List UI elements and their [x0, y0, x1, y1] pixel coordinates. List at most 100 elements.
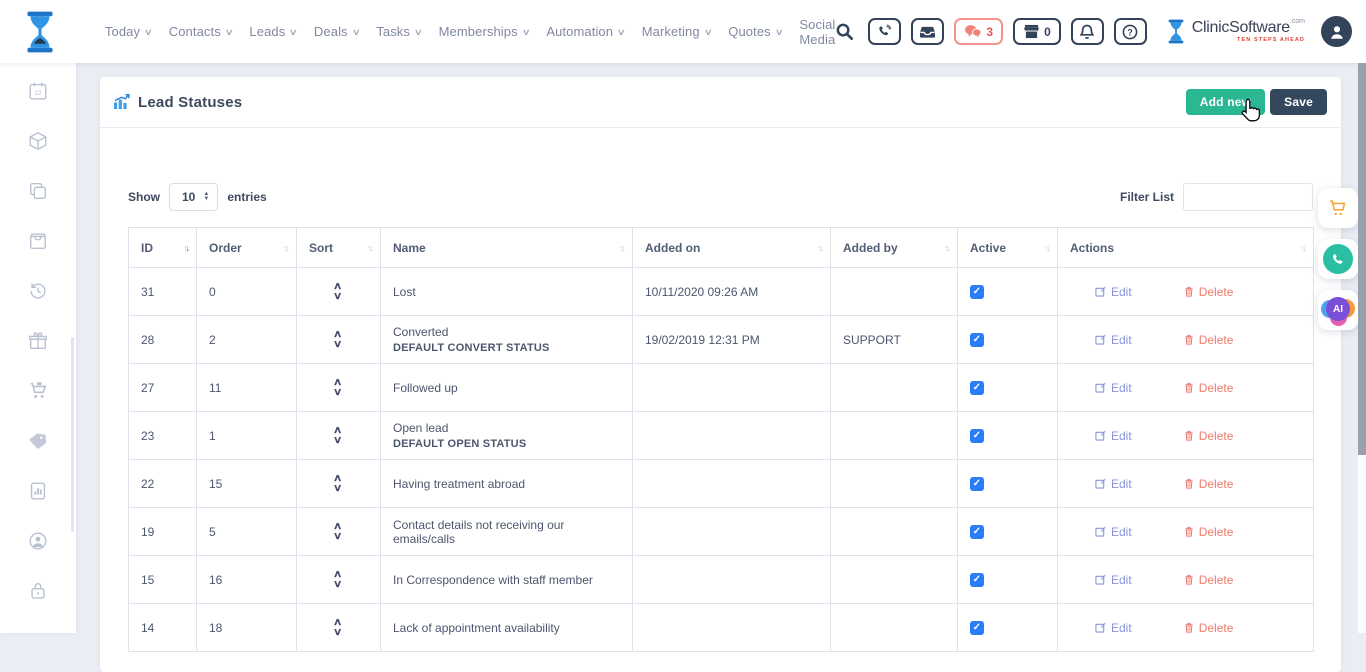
- sidebar-item-reports[interactable]: [0, 466, 76, 516]
- page-scrollbar[interactable]: [1358, 63, 1366, 633]
- edit-link[interactable]: Edit: [1095, 573, 1132, 587]
- brand-logo[interactable]: ClinicSoftware .com TEN STEPS AHEAD: [1165, 18, 1305, 45]
- column-label: Sort: [309, 241, 333, 255]
- floating-actions: AI: [1318, 188, 1358, 330]
- edit-icon: [1095, 430, 1106, 441]
- column-header-actions[interactable]: Actions↑↓: [1058, 228, 1314, 268]
- move-down-icon[interactable]: ∨: [333, 580, 343, 589]
- move-down-icon[interactable]: ∨: [333, 388, 343, 397]
- floating-phone-button[interactable]: [1318, 239, 1358, 279]
- edit-link[interactable]: Edit: [1095, 285, 1132, 299]
- column-header-added-by[interactable]: Added by↑↓: [831, 228, 958, 268]
- sidebar-item-bookings[interactable]: [0, 216, 76, 266]
- add-new-button[interactable]: Add new: [1186, 89, 1265, 115]
- move-up-icon[interactable]: ∧: [333, 522, 343, 531]
- chevron-down-icon: ∨: [414, 27, 423, 38]
- menu-item-memberships[interactable]: Memberships∨: [439, 24, 530, 39]
- sidebar-scrollbar-thumb[interactable]: [71, 337, 74, 532]
- page-title: Lead Statuses: [138, 94, 242, 111]
- move-down-icon[interactable]: ∨: [333, 532, 343, 541]
- notifications-button[interactable]: [1071, 18, 1104, 45]
- phone-button[interactable]: [868, 18, 901, 45]
- app-logo[interactable]: [16, 10, 65, 54]
- sidebar-item-tags[interactable]: [0, 416, 76, 466]
- edit-link[interactable]: Edit: [1095, 477, 1132, 491]
- menu-item-automation[interactable]: Automation∨: [546, 24, 624, 39]
- column-header-added-on[interactable]: Added on↑↓: [633, 228, 831, 268]
- search-icon[interactable]: [835, 22, 854, 41]
- active-checkbox[interactable]: ✓: [970, 285, 984, 299]
- column-header-id[interactable]: ID↑↓: [129, 228, 197, 268]
- active-checkbox[interactable]: ✓: [970, 381, 984, 395]
- edit-link-label: Edit: [1111, 477, 1132, 491]
- delete-link[interactable]: Delete: [1184, 285, 1234, 299]
- cell-id: 15: [129, 556, 197, 604]
- move-down-icon[interactable]: ∨: [333, 292, 343, 301]
- floating-cart-button[interactable]: [1318, 188, 1358, 228]
- delete-link[interactable]: Delete: [1184, 525, 1234, 539]
- sidebar-item-packages[interactable]: [0, 116, 76, 166]
- sidebar-item-account[interactable]: [0, 516, 76, 566]
- delete-link[interactable]: Delete: [1184, 333, 1234, 347]
- delete-link[interactable]: Delete: [1184, 573, 1234, 587]
- table-row: 1418∧∨Lack of appointment availability✓E…: [129, 604, 1314, 652]
- help-button[interactable]: ?: [1114, 18, 1147, 45]
- menu-item-leads[interactable]: Leads∨: [249, 24, 297, 39]
- move-up-icon[interactable]: ∧: [333, 618, 343, 627]
- floating-ai-button[interactable]: AI: [1318, 290, 1358, 330]
- delete-link-label: Delete: [1199, 621, 1234, 635]
- move-up-icon[interactable]: ∧: [333, 426, 343, 435]
- menu-item-deals[interactable]: Deals∨: [314, 24, 359, 39]
- store-button[interactable]: 0: [1013, 18, 1061, 45]
- store-icon: [1023, 24, 1040, 39]
- inbox-button[interactable]: [911, 18, 944, 45]
- page-size-select[interactable]: 10 ▲▼: [169, 183, 218, 211]
- edit-link[interactable]: Edit: [1095, 381, 1132, 395]
- cell-added-on: 19/02/2019 12:31 PM: [633, 316, 831, 364]
- edit-link[interactable]: Edit: [1095, 429, 1132, 443]
- active-checkbox[interactable]: ✓: [970, 333, 984, 347]
- menu-item-tasks[interactable]: Tasks∨: [376, 24, 421, 39]
- edit-link[interactable]: Edit: [1095, 333, 1132, 347]
- user-avatar[interactable]: [1321, 16, 1352, 47]
- delete-link[interactable]: Delete: [1184, 477, 1234, 491]
- menu-item-social-media[interactable]: Social Media: [799, 17, 835, 47]
- column-header-order[interactable]: Order↑↓: [197, 228, 297, 268]
- sidebar-item-shop[interactable]: [0, 366, 76, 416]
- save-button[interactable]: Save: [1270, 89, 1327, 115]
- edit-link[interactable]: Edit: [1095, 525, 1132, 539]
- move-up-icon[interactable]: ∧: [333, 330, 343, 339]
- column-header-name[interactable]: Name↑↓: [381, 228, 633, 268]
- column-header-sort[interactable]: Sort↑↓: [297, 228, 381, 268]
- delete-link-label: Delete: [1199, 285, 1234, 299]
- move-up-icon[interactable]: ∧: [333, 378, 343, 387]
- move-down-icon[interactable]: ∨: [333, 340, 343, 349]
- move-up-icon[interactable]: ∧: [333, 570, 343, 579]
- move-up-icon[interactable]: ∧: [333, 282, 343, 291]
- delete-link[interactable]: Delete: [1184, 429, 1234, 443]
- menu-item-quotes[interactable]: Quotes∨: [728, 24, 782, 39]
- active-checkbox[interactable]: ✓: [970, 525, 984, 539]
- move-up-icon[interactable]: ∧: [333, 474, 343, 483]
- menu-item-contacts[interactable]: Contacts∨: [169, 24, 233, 39]
- delete-link[interactable]: Delete: [1184, 621, 1234, 635]
- delete-link[interactable]: Delete: [1184, 381, 1234, 395]
- active-checkbox[interactable]: ✓: [970, 477, 984, 491]
- active-checkbox[interactable]: ✓: [970, 429, 984, 443]
- sidebar-item-copy[interactable]: [0, 166, 76, 216]
- active-checkbox[interactable]: ✓: [970, 573, 984, 587]
- sidebar-item-gifts[interactable]: [0, 316, 76, 366]
- chat-button[interactable]: 3: [954, 18, 1003, 45]
- column-header-active[interactable]: Active↑↓: [958, 228, 1058, 268]
- sidebar-item-calendar[interactable]: 12: [0, 66, 76, 116]
- page-scrollbar-thumb[interactable]: [1358, 63, 1366, 455]
- sidebar-item-security[interactable]: [0, 566, 76, 616]
- edit-link[interactable]: Edit: [1095, 621, 1132, 635]
- sidebar-item-history[interactable]: [0, 266, 76, 316]
- filter-input[interactable]: [1183, 183, 1313, 211]
- move-down-icon[interactable]: ∨: [333, 436, 343, 445]
- menu-item-today[interactable]: Today∨: [105, 24, 152, 39]
- move-down-icon[interactable]: ∨: [333, 484, 343, 493]
- cell-name: Lack of appointment availability: [393, 621, 624, 635]
- menu-item-marketing[interactable]: Marketing∨: [642, 24, 712, 39]
